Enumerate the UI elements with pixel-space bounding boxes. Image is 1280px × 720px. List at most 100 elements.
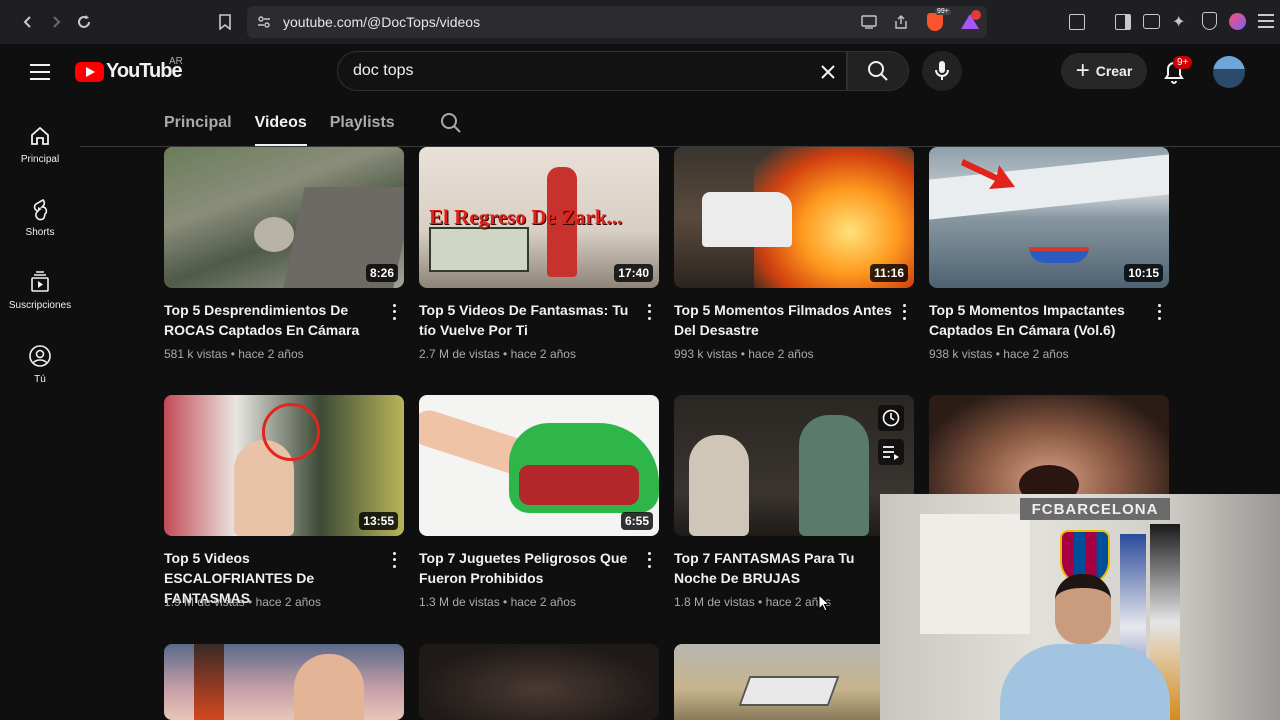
video-thumbnail[interactable]: 11:16 xyxy=(674,147,914,288)
hamburger-menu-icon[interactable] xyxy=(28,61,52,83)
video-meta: 1.8 M de vistas • hace 2 años xyxy=(674,595,831,609)
more-options-icon[interactable] xyxy=(386,302,402,322)
search-query: doc tops xyxy=(353,62,414,79)
video-thumbnail[interactable]: 10:15 xyxy=(929,147,1169,288)
video-title[interactable]: Top 5 Momentos Impactantes Captados En C… xyxy=(929,300,1147,340)
person-body-shape xyxy=(1000,644,1170,720)
watch-later-icon[interactable] xyxy=(878,405,904,431)
avatar[interactable] xyxy=(1213,56,1245,88)
sidebar-toggle-icon[interactable] xyxy=(1115,14,1131,30)
site-settings-icon[interactable] xyxy=(257,15,271,29)
video-title[interactable]: Top 7 Juguetes Peligrosos Que Fueron Pro… xyxy=(419,548,637,588)
video-thumbnail[interactable]: 13:55 xyxy=(164,395,404,536)
browser-menu-icon[interactable] xyxy=(1258,14,1274,28)
video-meta: 938 k vistas • hace 2 años xyxy=(929,347,1069,361)
forward-icon[interactable] xyxy=(42,8,70,36)
channel-search-icon[interactable] xyxy=(440,112,462,134)
sidebar-item-label: Tú xyxy=(34,374,46,385)
couch-shape xyxy=(429,227,529,272)
search-icon xyxy=(868,61,888,81)
video-meta: 1.3 M de vistas • hace 2 años xyxy=(419,595,576,609)
thumb-caption: El Regreso De Zark... xyxy=(429,205,623,229)
person-head-shape xyxy=(1055,574,1111,644)
add-to-queue-icon[interactable] xyxy=(878,439,904,465)
clear-search-icon[interactable] xyxy=(814,58,842,86)
wallet-icon[interactable] xyxy=(1143,14,1160,29)
notification-count-badge: 9+ xyxy=(1173,56,1193,69)
leo-ai-icon[interactable]: ✦ xyxy=(1172,12,1185,32)
video-thumbnail[interactable]: 8:26 xyxy=(164,147,404,288)
upload-age: hace 2 años xyxy=(510,595,576,609)
home-icon xyxy=(31,126,49,145)
mini-sidebar: Principal Shorts Suscripciones Tú xyxy=(0,100,80,720)
voice-search-button[interactable] xyxy=(922,51,962,91)
share-icon[interactable] xyxy=(893,14,909,30)
duration-badge: 10:15 xyxy=(1124,264,1163,282)
profile-icon[interactable] xyxy=(1229,13,1246,30)
video-thumbnail[interactable]: 6:55 xyxy=(419,395,659,536)
bookmark-icon[interactable] xyxy=(211,8,239,36)
more-options-icon[interactable] xyxy=(641,550,657,570)
microphone-icon xyxy=(935,61,949,80)
search-input[interactable]: doc tops xyxy=(337,51,847,91)
brave-shields-icon[interactable] xyxy=(927,13,943,31)
tab-playlists[interactable]: Playlists xyxy=(330,100,395,146)
video-meta: 2.7 M de vistas • hace 2 años xyxy=(419,347,576,361)
view-count: 993 k vistas xyxy=(674,347,738,361)
more-options-icon[interactable] xyxy=(386,550,402,570)
sidebar-item-shorts[interactable]: Shorts xyxy=(0,187,80,251)
video-title[interactable]: Top 5 Videos De Fantasmas: Tu tío Vuelve… xyxy=(419,300,637,340)
sidebar-item-tu[interactable]: Tú xyxy=(0,334,80,398)
youtube-logo[interactable]: YouTube AR xyxy=(75,56,183,83)
search-button[interactable] xyxy=(847,51,909,91)
address-bar[interactable]: youtube.com/@DocTops/videos 99+ xyxy=(247,6,987,38)
create-label: Crear xyxy=(1095,63,1133,79)
more-options-icon[interactable] xyxy=(641,302,657,322)
country-code: AR xyxy=(169,56,183,67)
sidebar-item-label: Suscripciones xyxy=(8,300,72,311)
person-right-shape xyxy=(799,415,869,536)
red-arrow-icon xyxy=(961,159,1015,189)
sidebar-item-suscripciones[interactable]: Suscripciones xyxy=(0,260,80,324)
hover-actions xyxy=(878,405,904,465)
tab-search-icon[interactable] xyxy=(1069,14,1085,30)
browser-toolbar: youtube.com/@DocTops/videos 99+ ✦ xyxy=(0,0,1280,44)
video-thumbnail[interactable] xyxy=(674,644,880,720)
video-title[interactable]: Top 5 Momentos Filmados Antes Del Desast… xyxy=(674,300,892,340)
duration-badge: 13:55 xyxy=(359,512,398,530)
video-title[interactable]: Top 7 FANTASMAS Para Tu Noche De BRUJAS xyxy=(674,548,892,588)
red-circle-highlight xyxy=(262,403,320,461)
tab-videos[interactable]: Videos xyxy=(254,100,307,146)
video-title[interactable]: Top 5 Desprendimientos De ROCAS Captados… xyxy=(164,300,382,340)
video-thumbnail[interactable]: El Regreso De Zark... 17:40 xyxy=(419,147,659,288)
upload-age: hace 2 años xyxy=(238,347,304,361)
sidebar-item-principal[interactable]: Principal xyxy=(0,114,80,178)
more-options-icon[interactable] xyxy=(896,302,912,322)
vpn-shield-icon[interactable] xyxy=(1202,12,1217,30)
more-options-icon[interactable] xyxy=(1151,302,1167,322)
structure-shape xyxy=(738,676,840,706)
banner-text: FCBARCELONA xyxy=(1031,500,1159,518)
video-meta: 993 k vistas • hace 2 años xyxy=(674,347,814,361)
view-count: 1.8 M de vistas xyxy=(674,595,755,609)
duration-badge: 8:26 xyxy=(365,264,398,282)
duration-badge: 17:40 xyxy=(614,264,653,282)
video-thumbnail[interactable] xyxy=(164,644,404,720)
crocodile-mouth-shape xyxy=(519,465,639,505)
sidebar-item-label: Principal xyxy=(20,154,60,165)
person-left-shape xyxy=(689,435,749,536)
create-button[interactable]: + Crear xyxy=(1061,53,1147,89)
back-icon[interactable] xyxy=(14,8,42,36)
youtube-header: YouTube AR doc tops + Crear 9+ xyxy=(0,44,1280,100)
install-app-icon[interactable] xyxy=(861,15,877,29)
video-thumbnail[interactable] xyxy=(419,644,659,720)
video-thumbnail[interactable] xyxy=(674,395,914,536)
tab-principal[interactable]: Principal xyxy=(164,100,232,146)
webcam-overlay: FCBARCELONA xyxy=(880,494,1280,720)
upload-age: hace 2 años xyxy=(510,347,576,361)
rock-shape xyxy=(254,217,294,252)
screaming-man-shape xyxy=(294,654,364,720)
view-count: 581 k vistas xyxy=(164,347,228,361)
video-meta: 1.9 M de vistas • hace 2 años xyxy=(164,595,321,609)
reload-icon[interactable] xyxy=(70,8,98,36)
